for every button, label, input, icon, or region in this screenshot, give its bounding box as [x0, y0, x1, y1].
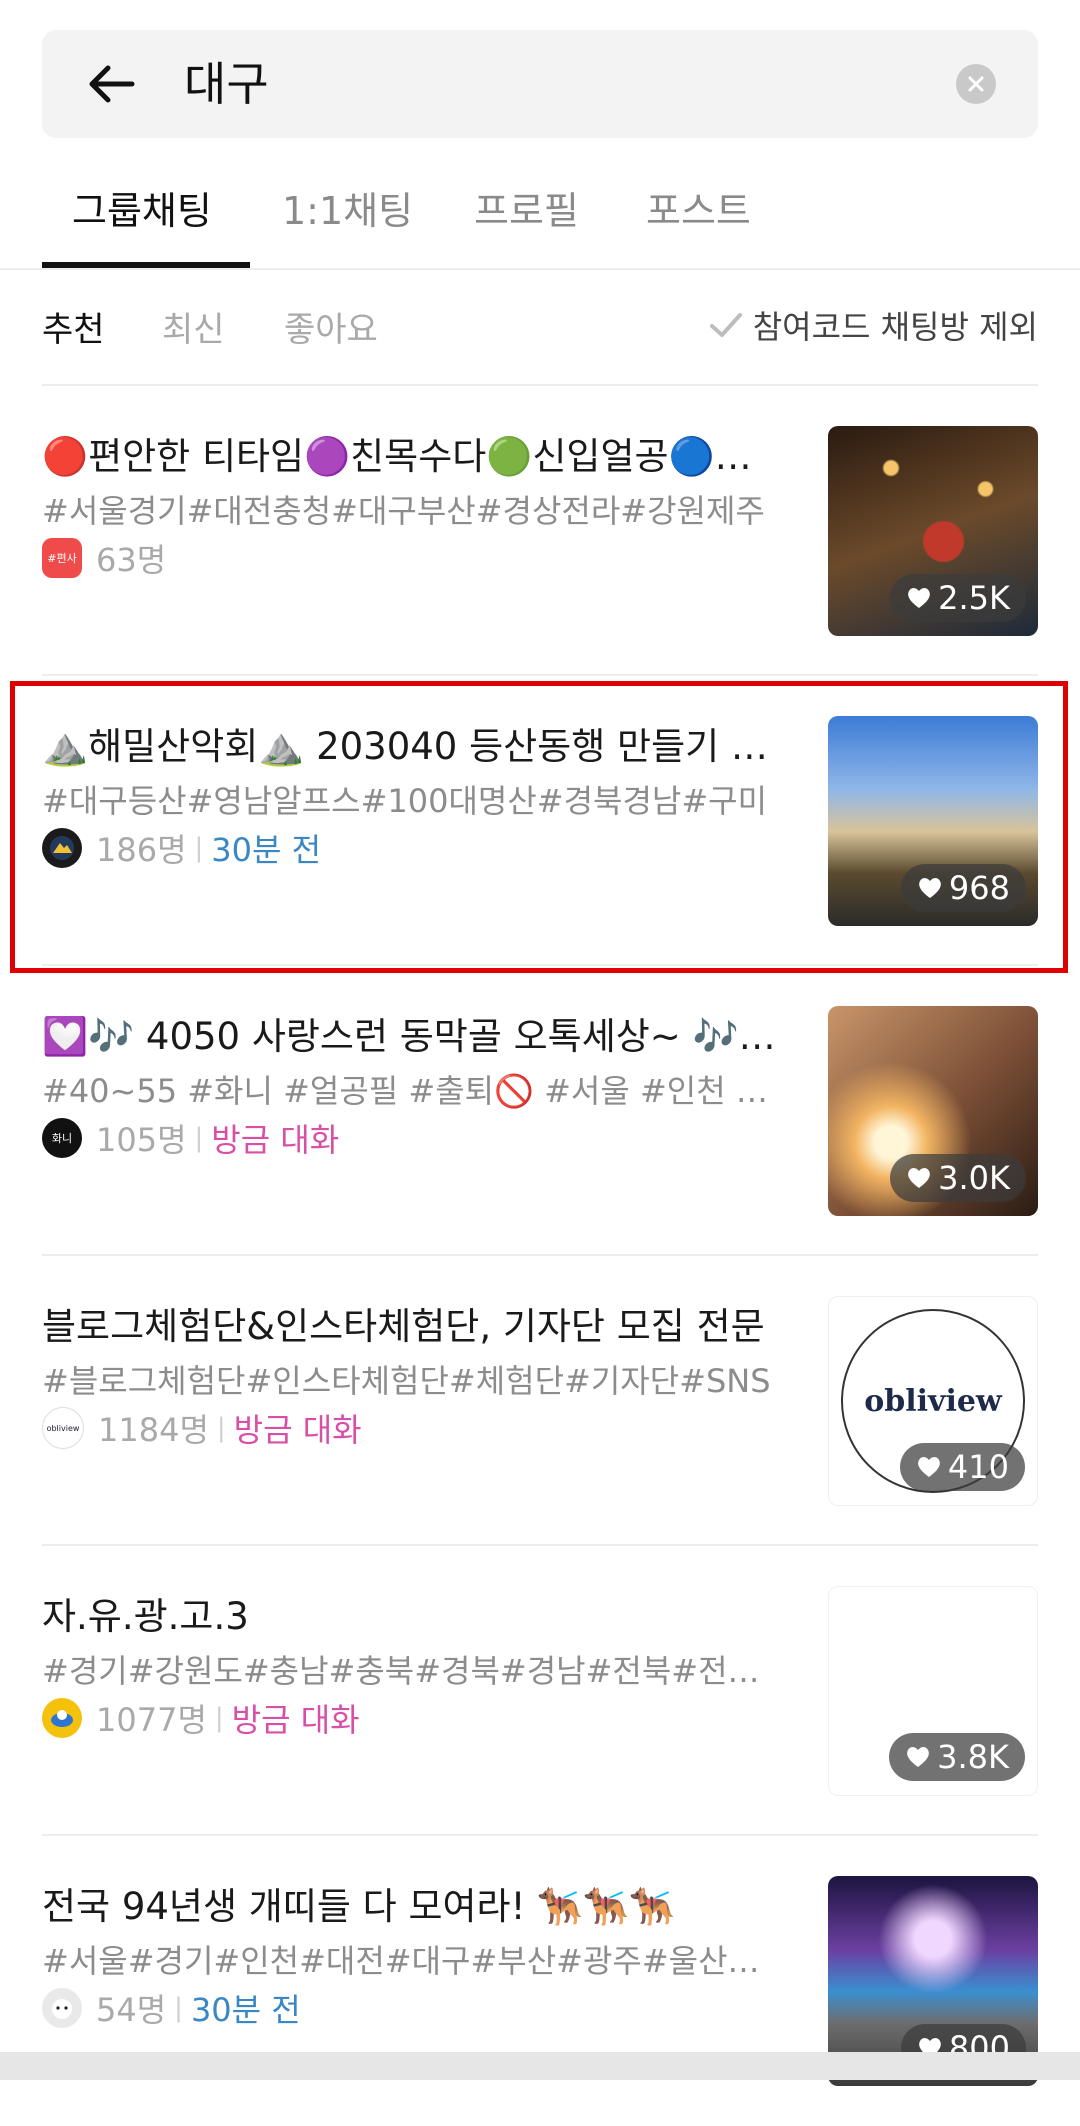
- room-tags: #서울경기#대전충청#대구부산#경상전라#강원제주: [42, 492, 765, 530]
- room-meta: #편사 63명: [42, 536, 166, 580]
- tab-post[interactable]: 포스트: [646, 180, 751, 235]
- like-badge: 3.8K: [889, 1733, 1025, 1781]
- heart-icon: [908, 1168, 930, 1188]
- room-title: 자.유.광.고.3: [42, 1595, 249, 1638]
- heart-icon: [918, 1457, 940, 1477]
- member-count: 1077명: [96, 1701, 207, 1739]
- back-arrow-icon[interactable]: [82, 54, 142, 114]
- tab-bar: 그룹채팅 1:1채팅 프로필 포스트: [0, 170, 1080, 270]
- chat-room-item[interactable]: 🔴편안한 티타임🟣친목수다🟢신입얼공🔵편안한 #서울경기#대전충청#대구부산#경…: [0, 386, 1080, 676]
- member-count: 1184명: [98, 1411, 209, 1449]
- clear-search-icon[interactable]: [956, 64, 996, 104]
- room-meta: obliview 1184명 | 방금 대화: [42, 1406, 362, 1450]
- room-avatar: #편사: [42, 538, 82, 578]
- last-activity: 30분 전: [190, 1991, 301, 2029]
- like-count: 2.5K: [938, 579, 1010, 617]
- heart-icon: [907, 1747, 929, 1767]
- bottom-edge: [0, 2052, 1080, 2080]
- meta-separator: |: [214, 1703, 224, 1733]
- member-count: 105명: [96, 1121, 187, 1159]
- room-tags: #40~55 #화니 #얼공필 #출퇴🚫 #서울 #인천 #경기: [42, 1072, 782, 1110]
- member-count: 54명: [96, 1991, 167, 2029]
- last-activity: 방금 대화: [233, 1411, 362, 1449]
- sort-filters: 추천 최신 좋아요 참여코드 채팅방 제외: [0, 296, 1080, 386]
- room-avatar: [42, 1698, 82, 1738]
- last-activity: 방금 대화: [231, 1701, 360, 1739]
- room-avatar: obliview: [42, 1407, 84, 1449]
- room-avatar: 화니: [42, 1118, 82, 1158]
- tab-profile[interactable]: 프로필: [474, 180, 579, 235]
- filter-latest[interactable]: 최신: [162, 302, 225, 351]
- active-tab-indicator: [42, 262, 250, 268]
- member-count: 63명: [96, 541, 167, 579]
- room-thumbnail: 2.5K: [828, 426, 1038, 636]
- room-title: 💟🎶 4050 사랑스런 동막골 오톡세상~ 🎶🎶: [42, 1015, 782, 1058]
- heart-icon: [908, 588, 930, 608]
- filter-recommended[interactable]: 추천: [42, 302, 105, 351]
- search-bar[interactable]: 대구: [42, 30, 1038, 138]
- like-count: 3.0K: [938, 1159, 1010, 1197]
- like-badge: 3.0K: [890, 1154, 1026, 1202]
- search-input[interactable]: 대구: [184, 52, 269, 116]
- room-tags: #블로그체험단#인스타체험단#체험단#기자단#SNS: [42, 1362, 771, 1400]
- room-meta: 1077명 | 방금 대화: [42, 1696, 360, 1740]
- like-badge: 410: [899, 1443, 1025, 1491]
- room-title: 🔴편안한 티타임🟣친목수다🟢신입얼공🔵편안한: [42, 435, 782, 478]
- room-thumbnail: 3.0K: [828, 1006, 1038, 1216]
- last-activity: 방금 대화: [211, 1121, 340, 1159]
- like-count: 3.8K: [937, 1738, 1009, 1776]
- room-title: 전국 94년생 개띠들 다 모여라! 🐕‍🦺🐕‍🦺🐕‍🦺: [42, 1885, 676, 1928]
- check-icon: [709, 313, 742, 337]
- highlight-box: [10, 681, 1068, 973]
- tab-one-on-one-chat[interactable]: 1:1채팅: [282, 180, 413, 235]
- room-meta: 화니 105명 | 방금 대화: [42, 1116, 339, 1160]
- exclude-code-rooms-label: 참여코드 채팅방 제외: [752, 308, 1038, 346]
- chat-room-item[interactable]: 자.유.광.고.3 #경기#강원도#충남#충북#경북#경남#전북#전남#제주 1…: [0, 1546, 1080, 1836]
- chat-room-item[interactable]: 💟🎶 4050 사랑스런 동막골 오톡세상~ 🎶🎶 #40~55 #화니 #얼공…: [0, 966, 1080, 1256]
- chat-room-item[interactable]: 전국 94년생 개띠들 다 모여라! 🐕‍🦺🐕‍🦺🐕‍🦺 #서울#경기#인천#대…: [0, 1836, 1080, 2126]
- room-tags: #서울#경기#인천#대전#대구#부산#광주#울산#94: [42, 1942, 782, 1980]
- room-thumbnail: obliview 410: [828, 1296, 1038, 1506]
- room-tags: #경기#강원도#충남#충북#경북#경남#전북#전남#제주: [42, 1652, 782, 1690]
- filter-likes[interactable]: 좋아요: [284, 302, 378, 351]
- room-avatar: [42, 1988, 82, 2028]
- room-title: 블로그체험단&인스타체험단, 기자단 모집 전문: [42, 1305, 765, 1348]
- like-badge: 2.5K: [890, 574, 1026, 622]
- room-thumbnail: 3.8K: [828, 1586, 1038, 1796]
- like-count: 410: [947, 1448, 1009, 1486]
- meta-separator: |: [174, 1993, 183, 2023]
- room-meta: 54명 | 30분 전: [42, 1986, 301, 2030]
- chat-room-item[interactable]: 블로그체험단&인스타체험단, 기자단 모집 전문 #블로그체험단#인스타체험단#…: [0, 1256, 1080, 1546]
- tab-group-chat[interactable]: 그룹채팅: [72, 180, 212, 235]
- meta-separator: |: [194, 1123, 204, 1153]
- exclude-code-rooms-toggle[interactable]: 참여코드 채팅방 제외: [709, 302, 1038, 348]
- meta-separator: |: [216, 1413, 226, 1443]
